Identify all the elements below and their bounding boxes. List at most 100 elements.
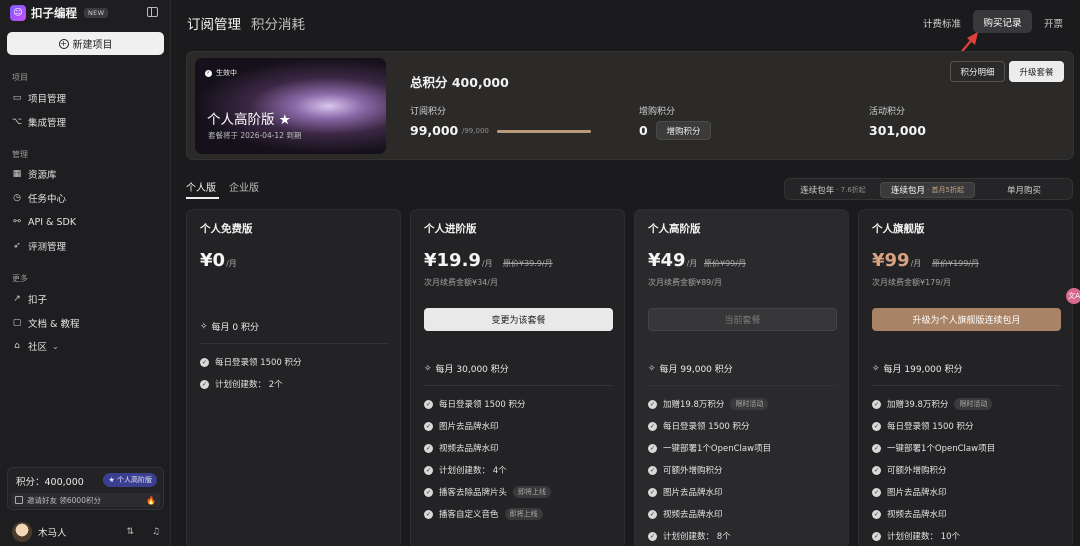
upgrade-flagship-button[interactable]: 升级为个人旗舰版连续包月 (872, 308, 1061, 331)
monthly-points: ✧ 每月 199,000 积分 (872, 363, 963, 376)
subscription-points-total: /99,000 (462, 127, 489, 135)
billing-period-switch: 连续包年 · 7.6折起 连续包月 · 首月5折起 单月购买 (784, 178, 1073, 200)
sidebar-item-api[interactable]: ⚯ API & SDK (12, 214, 76, 230)
tab-points-usage[interactable]: 积分消耗 (251, 13, 305, 33)
check-icon: ✓ (424, 421, 433, 431)
sidebar-item-kouzi[interactable]: ↗ 扣子 (12, 291, 47, 307)
sidebar-item-projects[interactable]: ▭ 项目管理 (12, 90, 66, 106)
sidebar-item-integrations[interactable]: ⌥ 集成管理 (12, 114, 66, 130)
clock-icon: ◷ (13, 193, 21, 203)
tab-underline (186, 197, 219, 199)
sidebar-item-label: API & SDK (28, 216, 77, 228)
billing-single-month[interactable]: 单月购买 (979, 182, 1069, 198)
new-badge: NEW (84, 8, 109, 18)
upgrade-plan-button[interactable]: 升级套餐 (1009, 61, 1064, 82)
feature-item: ✓ 每日登录领 1500 积分 (200, 357, 302, 368)
sidebar-item-label: 集成管理 (28, 118, 67, 129)
check-icon: ✓ (648, 509, 657, 519)
activity-points-value: 301,000 (869, 123, 926, 138)
tab-personal[interactable]: 个人版 (186, 179, 216, 194)
check-icon: ✓ (872, 399, 881, 409)
divider (424, 385, 613, 386)
check-icon: ✓ (424, 443, 433, 453)
sidebar-item-community[interactable]: ⌂ 社区 ⌄ (12, 338, 59, 354)
sidebar-item-label: 项目管理 (28, 94, 67, 105)
switch-icon[interactable]: ⇅ (126, 527, 134, 537)
new-project-label: 新建项目 (72, 40, 113, 51)
limited-tag: 限时活动 (730, 398, 769, 410)
divider (648, 385, 837, 386)
feature-item: ✓ 一键部署1个OpenClaw项目 (872, 443, 996, 454)
sidebar: ☺ 扣子编程 NEW + 新建项目 项目 ▭ 项目管理 ⌥ 集成管理 管理 ▦ 资源库… (0, 0, 171, 546)
subscription-progress-bar (497, 130, 591, 133)
rocket-icon: ➶ (13, 241, 21, 251)
sidebar-item-resources[interactable]: ▦ 资源库 (12, 166, 57, 182)
plus-circle-icon: + (58, 38, 69, 49)
feature-item: ✓ 播客自定义音色 即将上线 (424, 508, 543, 520)
tab-subscription[interactable]: 订阅管理 (187, 13, 241, 33)
addon-points-label: 增购积分 (639, 107, 676, 117)
billing-monthly-auto[interactable]: 连续包月 · 首月5折起 (880, 182, 975, 198)
check-icon: ✓ (648, 487, 657, 497)
original-price: 原价¥199/月 (932, 259, 980, 268)
check-icon: ✓ (424, 487, 433, 497)
section-title-project: 项目 (12, 73, 28, 82)
pricing-link[interactable]: 计费标准 (923, 16, 961, 30)
plan-title: 个人旗舰版 (872, 223, 925, 235)
plan-price: ¥0/月 (200, 250, 237, 271)
check-icon: ✓ (424, 509, 433, 519)
check-icon: ✓ (205, 69, 212, 77)
points-detail-button[interactable]: 积分明细 (950, 61, 1005, 82)
check-icon: ✓ (200, 357, 209, 367)
new-project-button[interactable]: + 新建项目 (7, 32, 164, 55)
bell-icon[interactable]: ♫ (152, 527, 160, 537)
original-price: 原价¥99/月 (704, 259, 746, 268)
monthly-points: ✧ 每月 30,000 积分 (424, 363, 509, 376)
invoice-link[interactable]: 开票 (1044, 16, 1063, 30)
coming-soon-tag: 即将上线 (504, 508, 543, 520)
sidebar-item-evaluation[interactable]: ➶ 评测管理 (12, 238, 66, 254)
plan-price: ¥99/月 (872, 250, 922, 271)
buy-points-button[interactable]: 增购积分 (656, 121, 711, 140)
plan-card-advanced: 个人进阶版 ¥19.9/月 原价¥39.9/月 次月续费金额¥34/月 变更为该… (410, 209, 625, 546)
status-badge: ✓ 生效中 (205, 69, 237, 77)
feature-item: ✓ 图片去品牌水印 (872, 487, 947, 498)
sidebar-item-label: 社区 (28, 342, 48, 353)
section-title-more: 更多 (12, 274, 28, 283)
nodes-icon: ⚯ (13, 217, 21, 227)
feature-item: ✓ 播客去除品牌片头 即将上线 (424, 486, 552, 498)
check-icon: ✓ (648, 421, 657, 431)
check-icon: ✓ (424, 465, 433, 475)
check-icon: ✓ (872, 509, 881, 519)
feature-item: ✓ 可额外增购积分 (648, 465, 723, 476)
limited-tag: 限时活动 (954, 398, 993, 410)
user-row[interactable]: 木马人 ⇅ ♫ (12, 521, 162, 543)
sparkle-icon: ✧ (200, 321, 208, 332)
app-name: 扣子编程 (31, 6, 77, 20)
check-icon: ✓ (648, 531, 657, 541)
current-plan-button: 当前套餐 (648, 308, 837, 331)
check-icon: ✓ (872, 421, 881, 431)
sparkle-icon: ✧ (872, 363, 880, 374)
community-icon: ⌂ (14, 341, 20, 351)
sidebar-item-docs[interactable]: ▢ 文档 & 教程 (12, 315, 80, 331)
check-icon: ✓ (424, 399, 433, 409)
subscription-points-label: 订阅积分 (410, 107, 447, 117)
fire-icon: 🔥 (146, 495, 156, 505)
sidebar-collapse-icon[interactable] (147, 7, 158, 17)
translate-icon[interactable]: 文A (1066, 288, 1080, 304)
feature-item: ✓ 每日登录领 1500 积分 (648, 421, 750, 432)
subscription-points-value: 99,000 (410, 123, 459, 138)
sparkle-icon: ✧ (424, 363, 432, 374)
plan-price: ¥49/月 (648, 250, 698, 271)
change-plan-button[interactable]: 变更为该套餐 (424, 308, 613, 331)
invite-banner[interactable]: 邀请好友 领6000积分 🔥 (11, 493, 160, 507)
sidebar-item-label: 评测管理 (28, 242, 67, 253)
billing-annual[interactable]: 连续包年 · 7.6折起 (789, 182, 877, 198)
renew-price: 次月续费金额¥89/月 (648, 278, 722, 287)
tab-enterprise[interactable]: 企业版 (229, 179, 259, 194)
brand[interactable]: ☺ 扣子编程 NEW (10, 5, 109, 21)
total-points: 总积分 400,000 (410, 75, 509, 90)
sidebar-item-label: 扣子 (28, 295, 48, 306)
sidebar-item-tasks[interactable]: ◷ 任务中心 (12, 190, 66, 206)
